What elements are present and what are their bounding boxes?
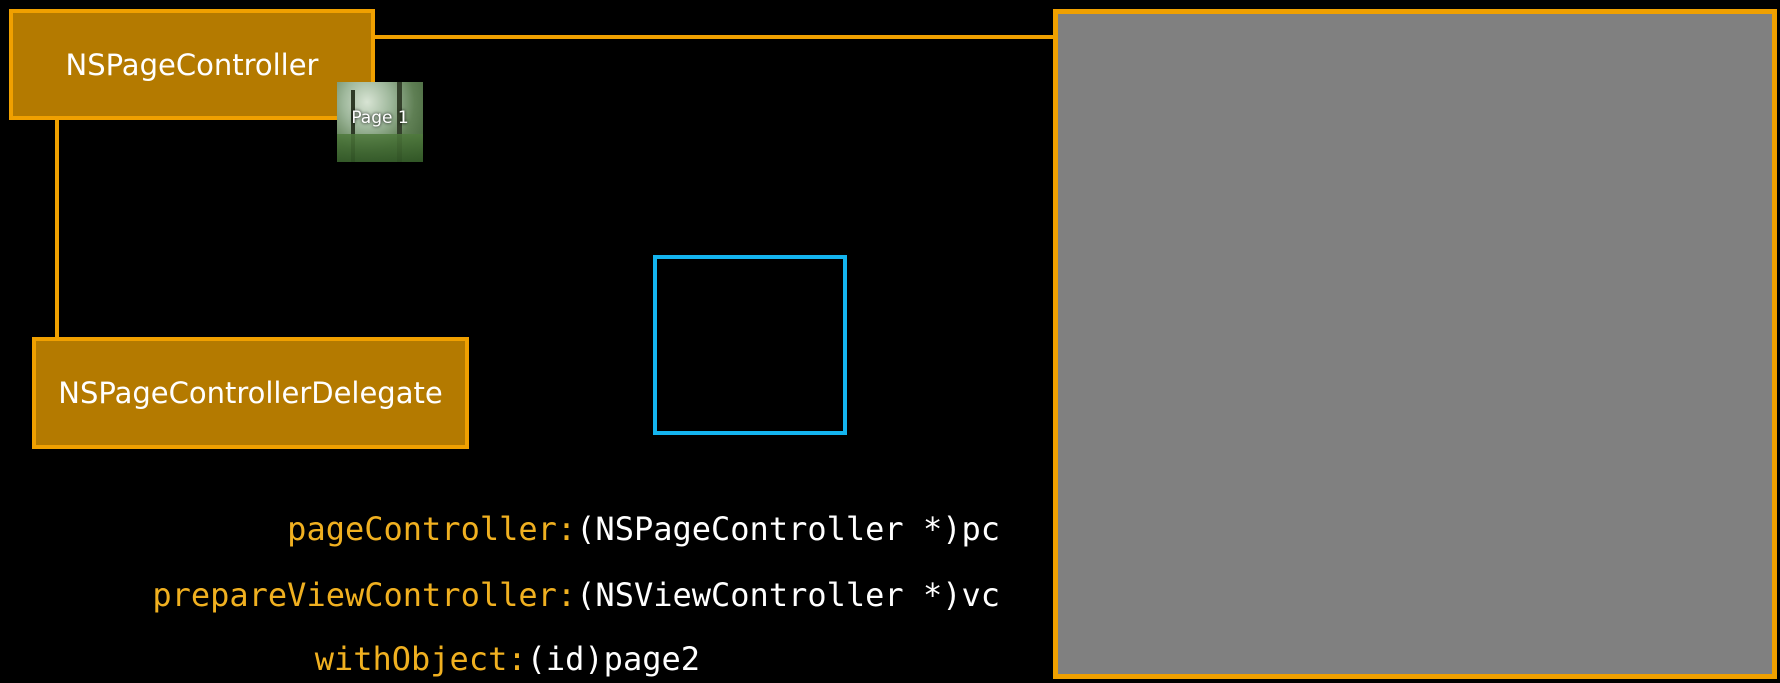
code-arg-1: (NSPageController *)pc [576, 510, 1000, 548]
connector-controller-to-delegate [55, 118, 59, 340]
code-line-1: pageController:(NSPageController *)pc [287, 510, 1000, 548]
code-selector-3: withObject: [314, 640, 527, 678]
content-panel [1053, 9, 1777, 679]
code-selector-2: prepareViewController: [152, 576, 577, 614]
foliage [337, 134, 423, 162]
page-controller-label: NSPageController [65, 47, 319, 82]
page-controller-delegate-node: NSPageControllerDelegate [32, 337, 469, 449]
page-controller-delegate-label: NSPageControllerDelegate [58, 376, 443, 410]
page-1-thumbnail: Page 1 [337, 82, 423, 162]
code-arg-2: (NSViewController *)vc [576, 576, 1000, 614]
code-arg-3: (id)page2 [526, 640, 700, 678]
code-line-2: prepareViewController:(NSViewController … [152, 576, 1000, 614]
connector-controller-to-panel [373, 35, 1055, 39]
page-controller-node: NSPageController [9, 9, 375, 120]
code-line-3: withObject:(id)page2 [315, 640, 700, 678]
code-selector-1: pageController: [287, 510, 577, 548]
highlight-frame [653, 255, 847, 435]
thumbnail-label: Page 1 [351, 108, 409, 128]
